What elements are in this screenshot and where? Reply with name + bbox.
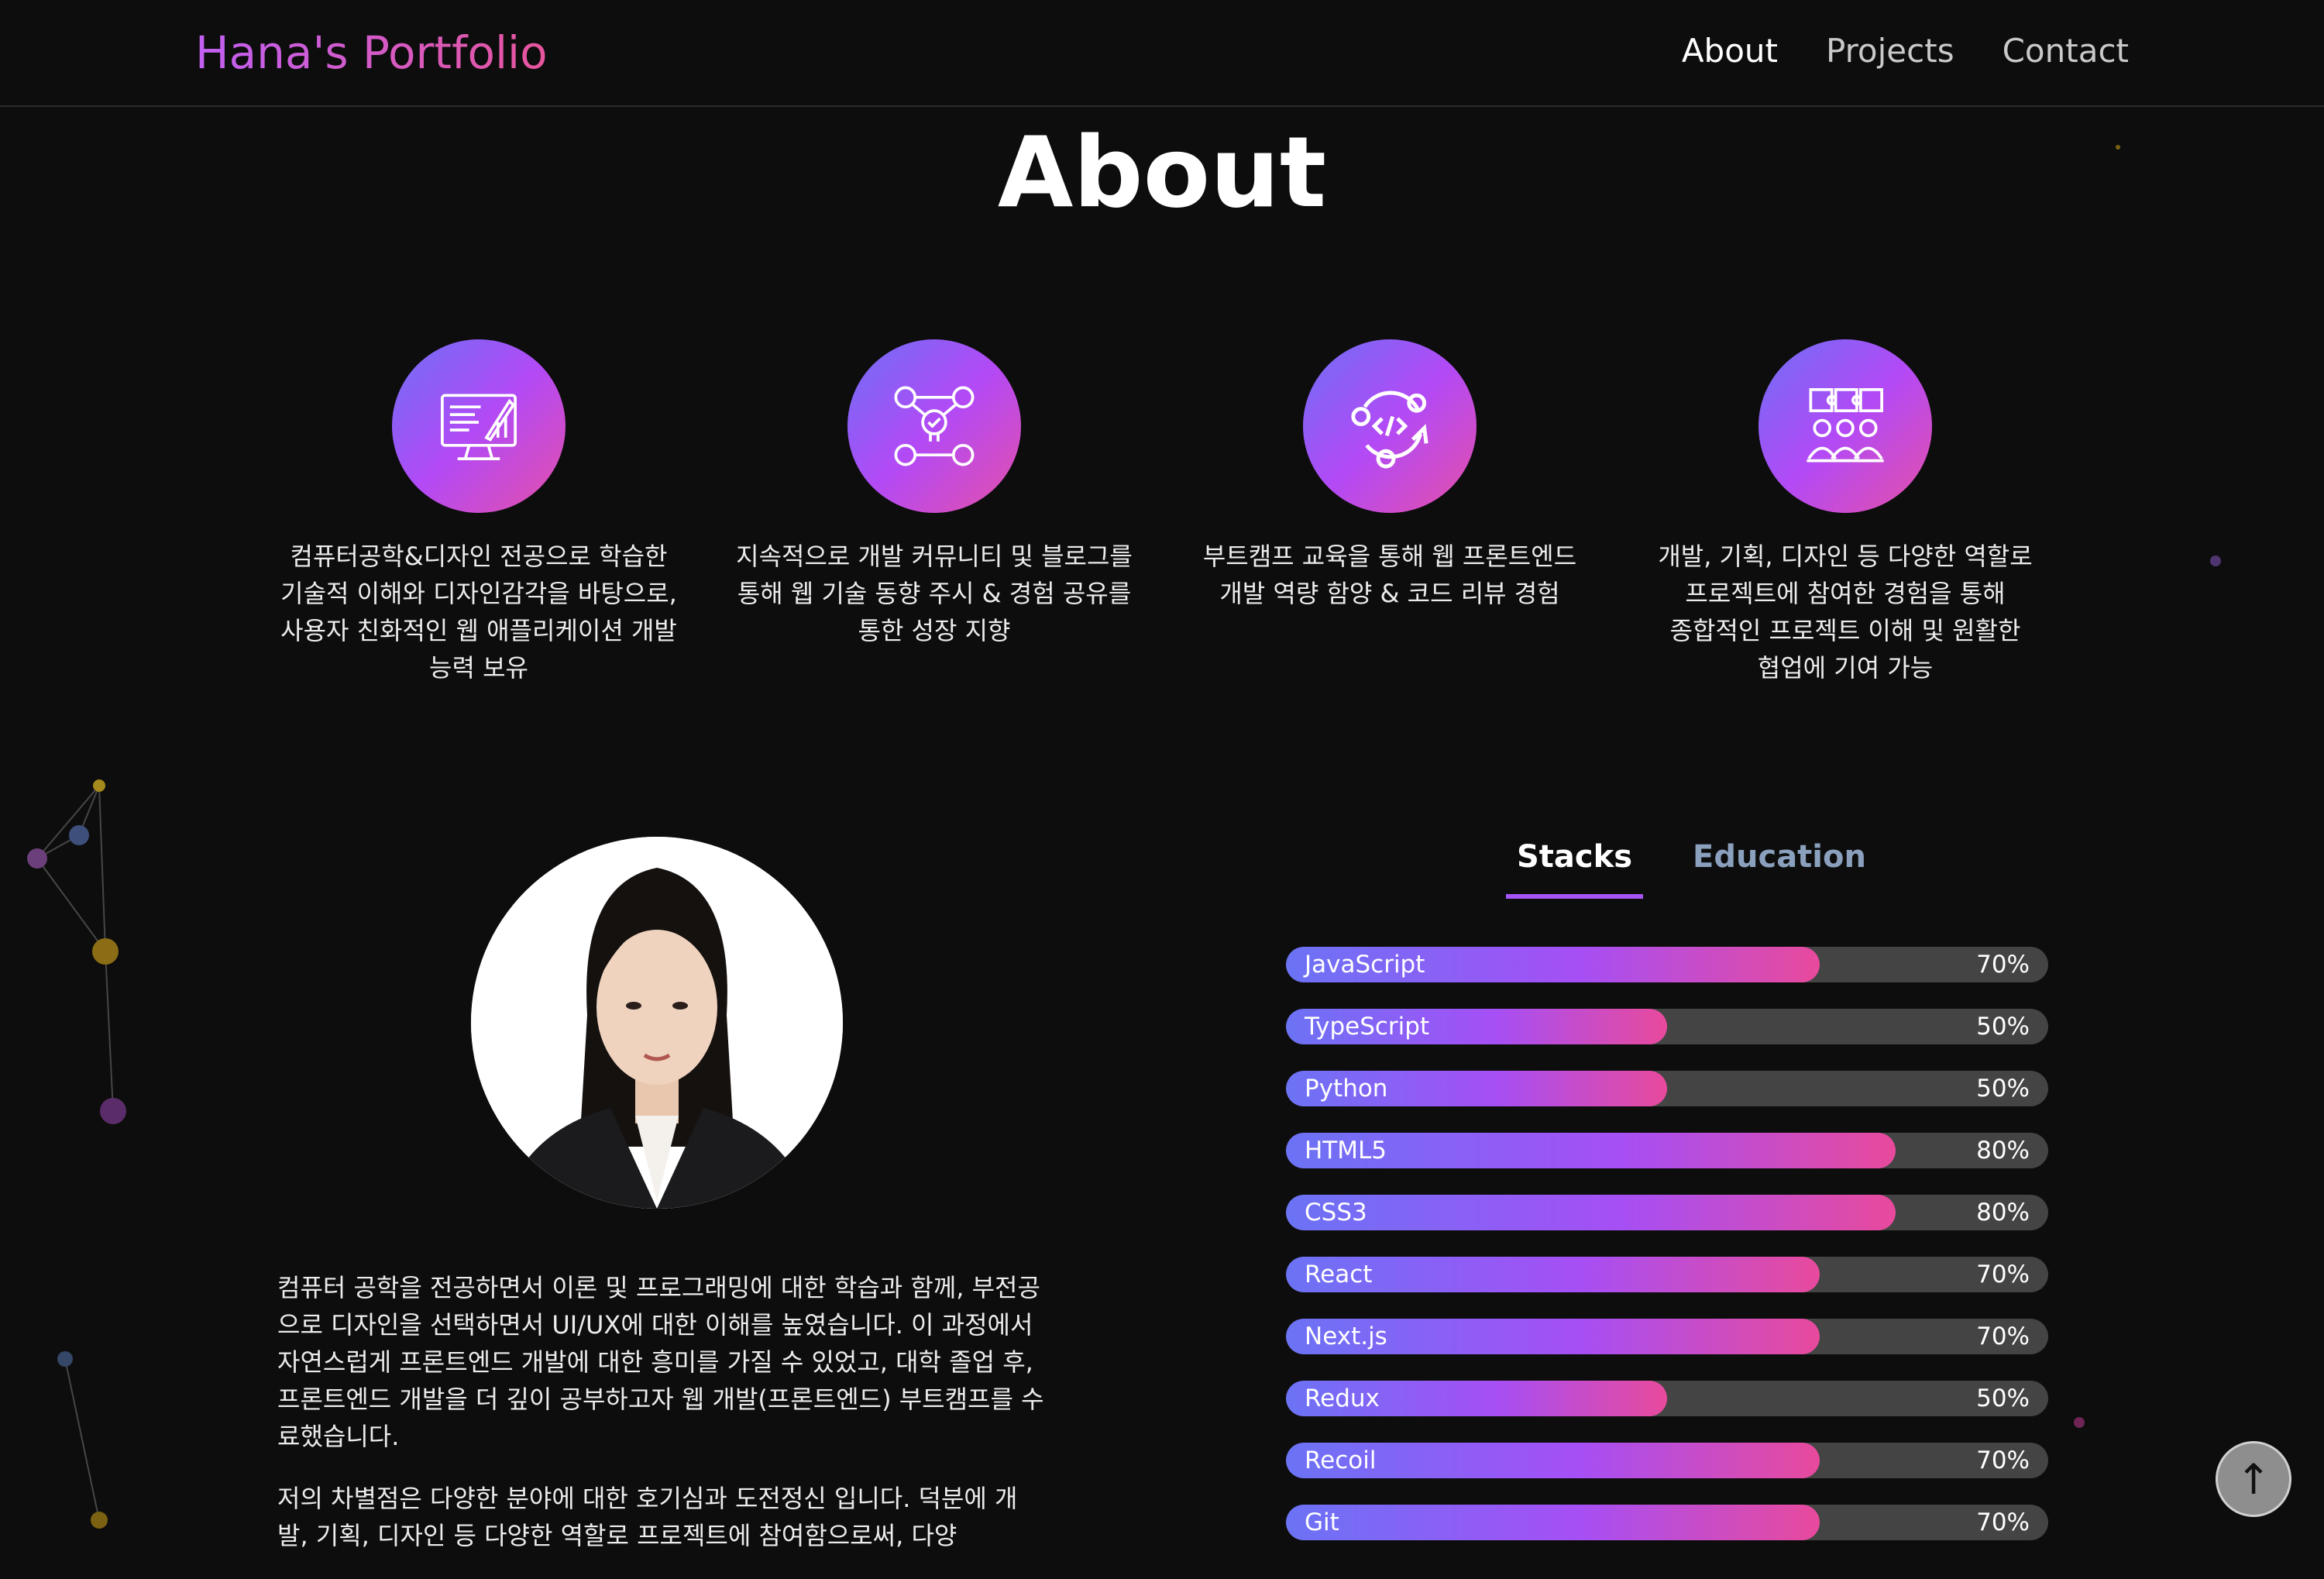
monitor-design-icon [441,394,517,461]
main-nav: About Projects Contact [1682,28,2129,74]
skill-percent: 50% [1976,1075,2030,1103]
skill-percent: 70% [1976,1323,2030,1350]
feature-text: 지속적으로 개발 커뮤니티 및 블로그를 통해 웹 기술 동향 주시 & 경험 … [736,542,1133,645]
feature-icon-circle [1303,339,1477,513]
site-header: Hana's Portfolio About Projects Contact [0,0,2324,107]
skill-bar: HTML5 80% [1286,1133,2048,1168]
skill-bar: Python 50% [1286,1071,2048,1106]
feature-icon-circle [847,339,1021,513]
scroll-to-top-button[interactable]: ↑ [2216,1441,2291,1517]
skill-name: CSS3 [1305,1199,1367,1226]
skill-percent: 50% [1976,1013,2030,1041]
arrow-up-icon: ↑ [2236,1454,2271,1504]
profile-photo [471,837,843,1209]
page-title: About [997,115,1327,229]
bio-paragraph: 컴퓨터 공학을 전공하면서 이론 및 프로그래밍에 대한 학습과 함께, 부전공… [277,1273,1044,1451]
skill-name: JavaScript [1305,951,1425,979]
skill-name: Git [1305,1508,1339,1536]
nav-about[interactable]: About [1682,28,1778,74]
feature-text: 개발, 기획, 디자인 등 다양한 역할로 프로젝트에 참여한 경험을 통해 종… [1658,542,2033,683]
skill-bar-fill [1286,1195,1896,1230]
code-review-cycle-icon [1351,390,1428,469]
skill-name: Next.js [1305,1323,1387,1350]
feature-icon-circle [392,339,566,513]
feature-card-community: 지속적으로 개발 커뮤니티 및 블로그를 통해 웹 기술 동향 주시 & 경험 … [725,339,1143,649]
feature-card-collaboration: 개발, 기획, 디자인 등 다양한 역할로 프로젝트에 참여한 경험을 통해 종… [1636,339,2054,686]
profile-portrait-image [471,837,843,1209]
skill-percent: 70% [1976,1508,2030,1536]
skill-bar: JavaScript 70% [1286,947,2048,982]
skill-percent: 50% [1976,1385,2030,1412]
bio-section: 컴퓨터 공학을 전공하면서 이론 및 프로그래밍에 대한 학습과 함께, 부전공… [277,1269,1044,1579]
skill-name: TypeScript [1305,1013,1430,1041]
feature-card-design: 컴퓨터공학&디자인 전공으로 학습한 기술적 이해와 디자인감각을 바탕으로, … [270,339,688,686]
skill-bars: JavaScript 70% TypeScript 50% Python 50% HTML5… [1286,947,2048,1567]
skills-tabs: Stacks Education [1506,834,1877,899]
site-logo[interactable]: Hana's Portfolio [195,23,548,82]
feature-text: 부트캠프 교육을 통해 웹 프론트엔드 개발 역량 함양 & 코드 리뷰 경험 [1202,542,1577,608]
skill-name: Recoil [1305,1447,1377,1474]
bio-paragraph: 저의 차별점은 다양한 분야에 대한 호기심과 도전정신 입니다. 덕분에 개발… [277,1484,1018,1550]
skill-bar: CSS3 80% [1286,1195,2048,1230]
feature-text: 컴퓨터공학&디자인 전공으로 학습한 기술적 이해와 디자인감각을 바탕으로, … [280,542,677,683]
community-network-icon [894,386,975,466]
skill-percent: 70% [1976,1261,2030,1288]
skill-bar-fill [1286,1505,1820,1540]
skill-bar: Redux 50% [1286,1381,2048,1416]
skill-name: Redux [1305,1385,1380,1412]
skill-percent: 80% [1976,1137,2030,1164]
skill-percent: 70% [1976,1447,2030,1474]
feature-icon-circle [1758,339,1932,513]
feature-card-bootcamp: 부트캠프 교육을 통해 웹 프론트엔드 개발 역량 함양 & 코드 리뷰 경험 [1181,339,1599,612]
skill-name: Python [1305,1075,1388,1103]
skill-bar: Next.js 70% [1286,1319,2048,1354]
skill-percent: 70% [1976,951,2030,979]
skill-name: React [1305,1261,1373,1288]
team-puzzle-icon [1807,388,1884,463]
nav-contact[interactable]: Contact [2003,28,2129,74]
skill-percent: 80% [1976,1199,2030,1226]
skill-bar: Recoil 70% [1286,1443,2048,1478]
tab-stacks[interactable]: Stacks [1506,834,1644,899]
nav-projects[interactable]: Projects [1826,28,1954,74]
skill-bar: TypeScript 50% [1286,1009,2048,1044]
tab-education[interactable]: Education [1682,834,1877,899]
skill-bar: React 70% [1286,1257,2048,1292]
skill-name: HTML5 [1305,1137,1387,1164]
skill-bar: Git 70% [1286,1505,2048,1540]
